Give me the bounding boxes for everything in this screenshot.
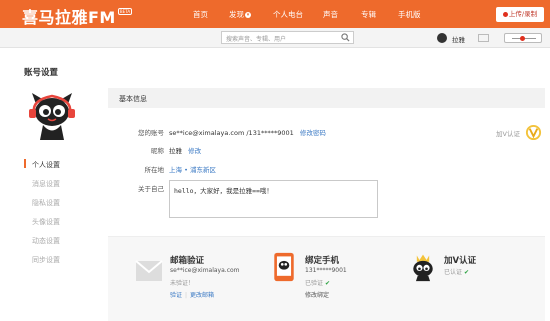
beta-badge: BETA [118,8,132,15]
verify-email-link[interactable]: 验证 [170,292,182,299]
phone-status-text: 已验证 [305,280,324,287]
account-row: se**ice@ximalaya.com /131*****9001 修改密码 [169,127,326,137]
chevron-down-icon: ▾ [245,12,251,18]
nav-discover[interactable]: 发现 ▾ [229,9,251,20]
email-card-status: 未验证！ [170,280,195,287]
verify-v-label[interactable]: 加V认证 [496,128,520,138]
top-nav-bar: 喜马拉雅FM BETA 首页 发现 ▾ 个人电台 声音 专辑 手机版 上传/录制 [0,0,550,28]
mascot-avatar [29,93,75,140]
about-label: 关于自己 [138,185,164,193]
sidebar-item-personal[interactable]: 个人设置 [24,159,60,170]
email-card-value: se**ice@ximalaya.com [170,267,240,274]
nickname-label: 昵称 [151,147,164,155]
player-knob[interactable] [520,36,525,41]
account-value: se**ice@ximalaya.com /131*****9001 [169,129,294,137]
about-textarea[interactable]: hello，大家好，我是拉雅==哦！ [169,180,378,218]
sidebar-item-feed[interactable]: 动态设置 [24,236,60,246]
email-card-actions: 验证 | 更改邮箱 [170,292,215,299]
page-title: 账号设置 [24,68,59,78]
sidebar-item-avatar[interactable]: 头像设置 [24,217,60,227]
envelope-icon [135,260,163,281]
phone-icon [274,252,294,282]
username[interactable]: 拉雅 [452,34,465,44]
nav-mobile[interactable]: 手机版 [398,9,421,20]
vcert-card-title: 加V认证 [444,256,477,266]
crowned-mascot-icon [413,254,433,282]
search-input[interactable]: 搜索声音、专辑、用户 [221,31,354,44]
change-password-link[interactable]: 修改密码 [300,129,326,137]
search-icon[interactable] [341,33,350,42]
phone-card-title: 绑定手机 [305,256,340,266]
search-placeholder: 搜索声音、专辑、用户 [226,36,287,43]
sidebar-item-messages[interactable]: 消息设置 [24,179,60,189]
record-dot-icon [502,11,508,17]
vcert-card-status: 已认证 ✔ [444,267,469,276]
check-icon: ✔ [324,280,330,287]
player-control[interactable] [504,33,542,43]
basic-info-header: 基本信息 [108,88,545,108]
phone-card-value: 131*****9001 [305,267,347,274]
phone-card-status: 已验证 ✔ [305,278,330,287]
change-phone-link[interactable]: 修改绑定 [305,290,329,299]
email-card-title: 邮箱验证 [170,256,205,266]
change-email-link[interactable]: 更改邮箱 [190,292,214,299]
check-icon: ✔ [463,269,469,276]
avatar[interactable] [437,33,447,43]
upload-label: 上传/录制 [508,10,538,18]
v-badge-icon[interactable] [525,124,542,141]
section-title: 基本信息 [119,95,147,103]
upload-record-button[interactable]: 上传/录制 [496,7,544,22]
sidebar-item-privacy[interactable]: 隐私设置 [24,198,60,208]
vcert-status-text: 已认证 [444,269,463,276]
nav-albums[interactable]: 专辑 [361,9,376,20]
account-label: 您的账号 [138,129,164,137]
nickname-value: 拉雅 [169,147,182,155]
location-label: 所在地 [144,166,165,174]
nickname-row: 拉雅 修改 [169,145,201,155]
nav-sounds[interactable]: 声音 [323,9,338,20]
sidebar-item-sync[interactable]: 同步设置 [24,255,60,265]
nav-home[interactable]: 首页 [193,9,208,20]
nav-discover-label: 发现 [229,10,244,19]
mail-icon[interactable] [478,34,489,42]
location-value[interactable]: 上海 • 浦东新区 [169,164,216,174]
nav-my-station[interactable]: 个人电台 [273,9,303,20]
site-logo[interactable]: 喜马拉雅FM [22,4,116,28]
edit-nickname-link[interactable]: 修改 [188,147,201,155]
